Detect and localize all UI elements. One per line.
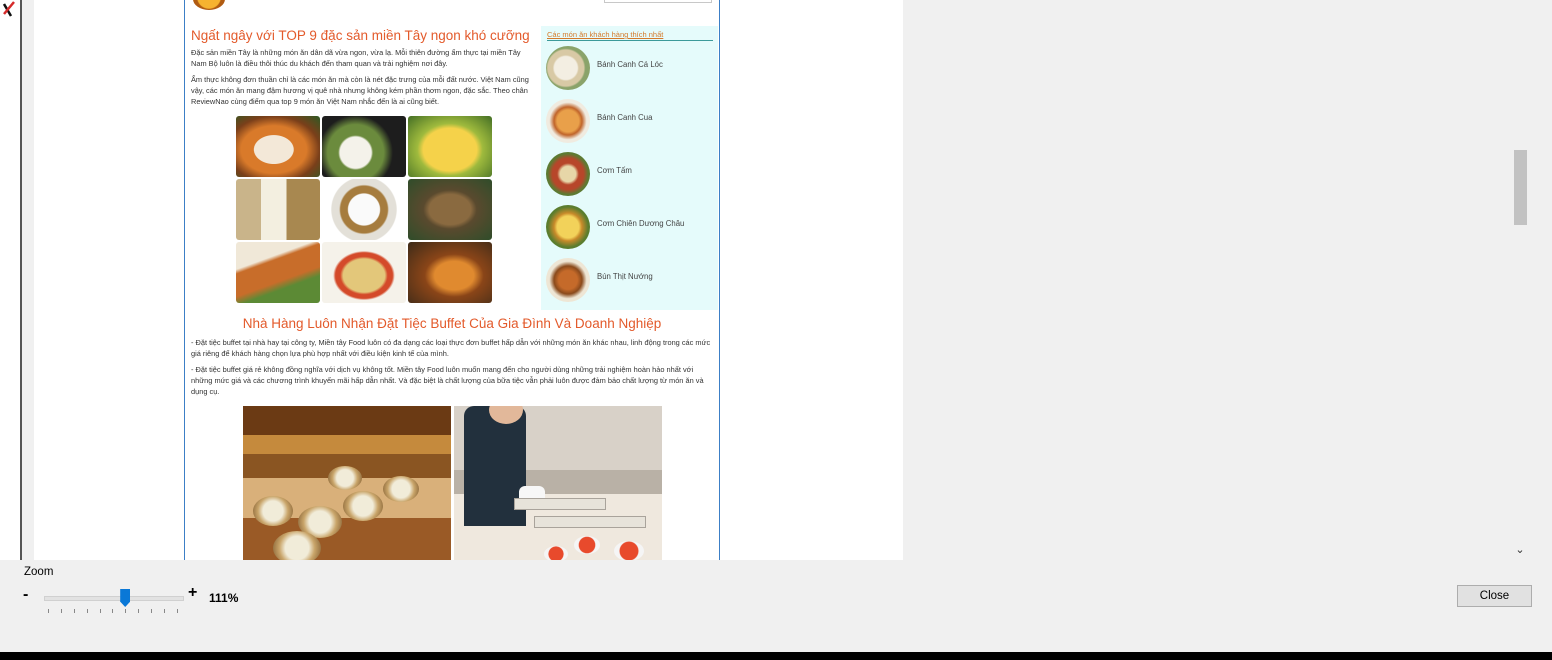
zoom-slider-thumb[interactable] (120, 589, 131, 607)
zoom-label: Zoom (24, 566, 54, 578)
buffet-table-image (243, 406, 451, 560)
dish-shape (614, 541, 644, 560)
sidebar-item[interactable]: Bánh Canh Cá Lóc (546, 46, 716, 92)
food-image (322, 242, 406, 303)
sidebar-item-label: Bún Thịt Nướng (597, 272, 653, 281)
print-preview-area: Ngất ngây với TOP 9 đặc sản miền Tây ngo… (0, 0, 1529, 560)
food-image-grid (236, 116, 492, 304)
sidebar-item[interactable]: Bánh Canh Cua (546, 99, 716, 145)
zoom-out-button[interactable]: - (23, 586, 28, 604)
food-image (236, 242, 320, 303)
close-button[interactable]: Close (1457, 585, 1532, 607)
section-paragraph: - Đặt tiệc buffet giá rẻ không đồng nghĩ… (191, 365, 704, 396)
left-divider (20, 0, 22, 560)
food-image (408, 116, 492, 177)
article-title: Ngất ngây với TOP 9 đặc sản miền Tây ngo… (191, 28, 530, 43)
food-image (322, 179, 406, 240)
food-image (408, 179, 492, 240)
zoom-percentage: 111% (209, 591, 239, 605)
serving-tray (514, 498, 606, 510)
sidebar-item-label: Bánh Canh Cá Lóc (597, 60, 663, 69)
vertical-scrollbar[interactable] (1512, 0, 1529, 560)
article-paragraph: Ẩm thực không đơn thuần chỉ là các món ă… (191, 75, 529, 106)
scrollbar-thumb[interactable] (1514, 150, 1527, 225)
zoom-slider-track[interactable] (44, 596, 184, 601)
left-margin-strip (0, 0, 20, 560)
sidebar-divider (547, 40, 713, 41)
dish-shape (273, 531, 321, 560)
dish-thumbnail (546, 99, 590, 143)
sidebar-heading[interactable]: Các món ăn khách hàng thích nhất (547, 30, 663, 39)
dish-shape (343, 491, 383, 521)
sidebar-item[interactable]: Cơm Tấm (546, 152, 716, 198)
sidebar-item[interactable]: Cơm Chiên Dương Châu (546, 205, 716, 251)
dish-shape (383, 476, 419, 502)
food-image (408, 242, 492, 303)
chef-head (489, 406, 523, 424)
food-image (236, 116, 320, 177)
dish-shape (574, 536, 600, 554)
zoom-in-button[interactable]: + (188, 584, 197, 602)
zoom-slider-ticks (48, 609, 178, 613)
dish-thumbnail (546, 152, 590, 196)
scroll-down-arrow-icon[interactable]: ⌄ (1513, 543, 1527, 557)
article-paragraph: Đặc sản miền Tây là những món ăn dân dã … (191, 48, 521, 68)
search-input[interactable] (604, 0, 712, 3)
food-image (236, 179, 320, 240)
sidebar-item-label: Cơm Chiên Dương Châu (597, 219, 685, 228)
dish-thumbnail (546, 258, 590, 302)
dish-thumbnail (546, 205, 590, 249)
buffet-chef-image (454, 406, 662, 560)
bottom-edge (0, 652, 1552, 660)
dish-shape (328, 466, 362, 490)
section-title: Nhà Hàng Luôn Nhận Đặt Tiệc Buffet Của G… (242, 316, 662, 331)
dish-thumbnail (546, 46, 590, 90)
sidebar-item[interactable]: Bún Thịt Nướng (546, 258, 716, 304)
corner-logo-icon (2, 1, 15, 17)
section-paragraph: - Đặt tiệc buffet tại nhà hay tại công t… (191, 338, 711, 358)
sidebar-item-label: Bánh Canh Cua (597, 113, 653, 122)
buffet-photo (243, 406, 662, 560)
food-image (322, 116, 406, 177)
dish-shape (253, 496, 293, 526)
favorite-dishes-sidebar: Các món ăn khách hàng thích nhất Bánh Ca… (541, 26, 718, 310)
serving-tray (534, 516, 646, 528)
sidebar-item-label: Cơm Tấm (597, 166, 632, 175)
dish-shape (544, 546, 568, 560)
